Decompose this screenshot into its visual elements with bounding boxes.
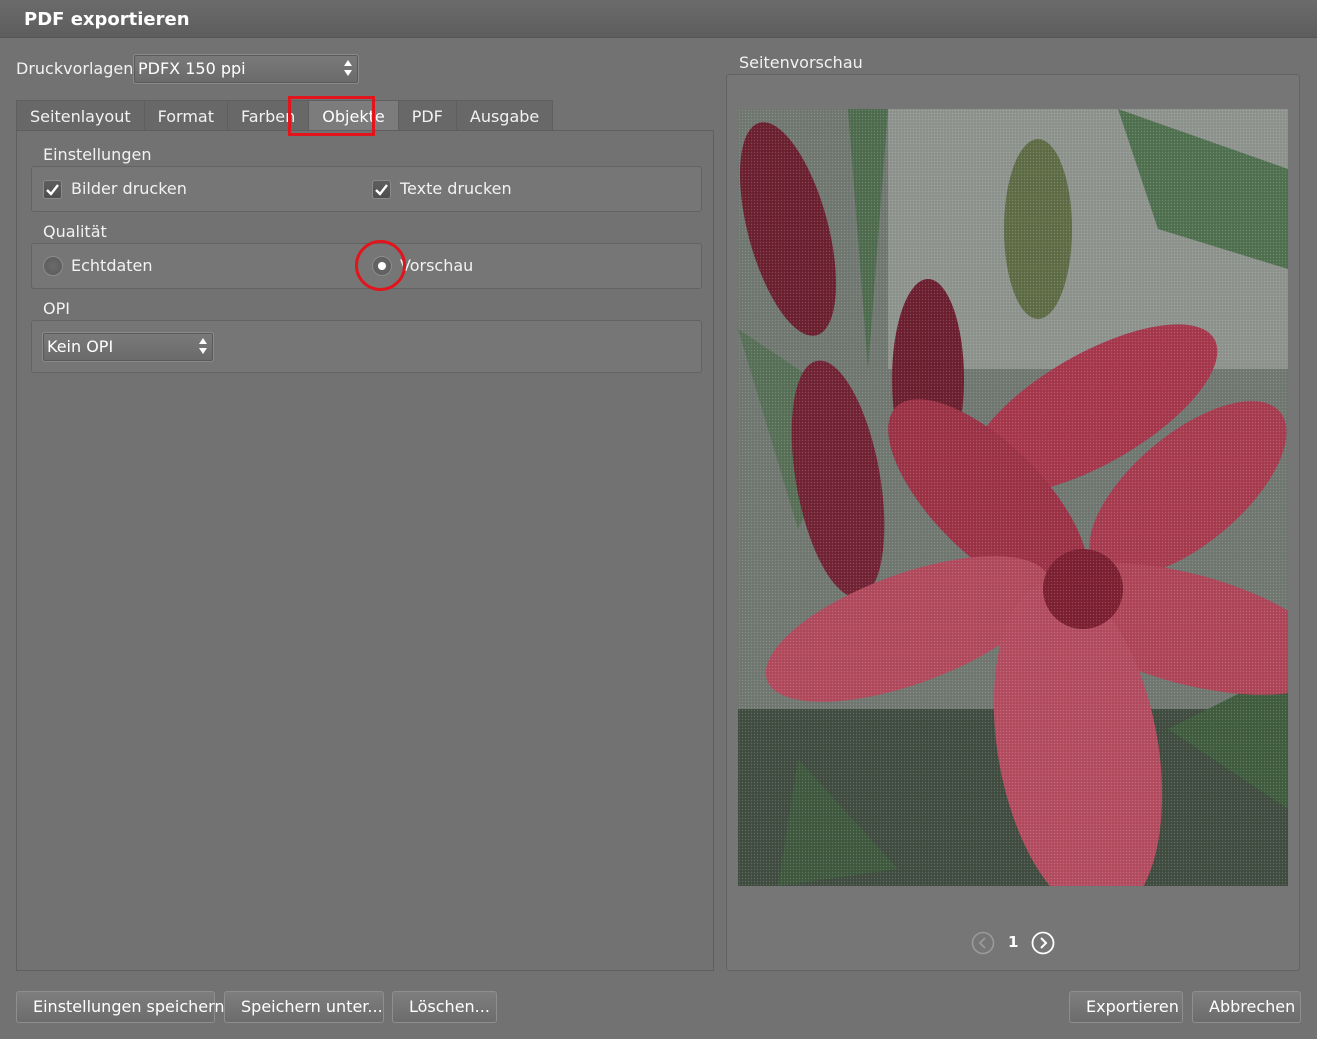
preview-quality-radio[interactable] [372,256,392,276]
real-data-radio[interactable] [43,256,63,276]
settings-heading: Einstellungen [43,145,152,164]
quality-heading: Qualität [43,222,107,241]
delete-button[interactable]: Löschen... [392,991,497,1023]
tab-farben[interactable]: Farben [227,100,310,131]
presets-label: Druckvorlagen: [16,59,139,78]
tab-seitenlayout[interactable]: Seitenlayout [16,100,145,131]
preview-heading: Seitenvorschau [739,53,863,72]
print-texts-label: Texte drucken [400,179,512,198]
page-preview-image [738,109,1288,886]
preview-quality-label: Vorschau [400,256,474,275]
cancel-button[interactable]: Abbrechen [1192,991,1301,1023]
updown-arrows-icon [199,338,207,354]
save-as-button[interactable]: Speichern unter... [224,991,384,1023]
checkmark-icon [375,184,388,196]
opi-select[interactable]: Kein OPI [42,332,214,362]
window-title: PDF exportieren [24,9,190,30]
print-images-checkbox[interactable] [43,180,62,199]
tab-objekte[interactable]: Objekte [308,100,399,131]
print-images-label: Bilder drucken [71,179,187,198]
checkmark-icon [46,184,59,196]
print-texts-checkbox[interactable] [372,180,391,199]
lily-illustration [738,109,1288,886]
page-number: 1 [1008,933,1019,951]
title-bar: PDF exportieren [0,0,1317,38]
next-page-icon[interactable] [1031,931,1055,955]
tab-pdf[interactable]: PDF [397,100,457,131]
previous-page-icon[interactable] [971,931,995,955]
tab-format[interactable]: Format [143,100,229,131]
opi-heading: OPI [43,299,70,318]
opi-value: Kein OPI [47,337,114,356]
real-data-label: Echtdaten [71,256,153,275]
tab-ausgabe[interactable]: Ausgabe [455,100,554,131]
updown-arrows-icon [344,60,352,76]
export-button[interactable]: Exportieren [1069,991,1183,1023]
tab-bar: Seitenlayout Format Farben Objekte PDF A… [16,100,554,131]
presets-select[interactable]: PDFX 150 ppi [133,54,359,84]
save-settings-button[interactable]: Einstellungen speichern [16,991,225,1023]
radio-selected-dot [378,262,386,270]
presets-value: PDFX 150 ppi [138,59,246,78]
